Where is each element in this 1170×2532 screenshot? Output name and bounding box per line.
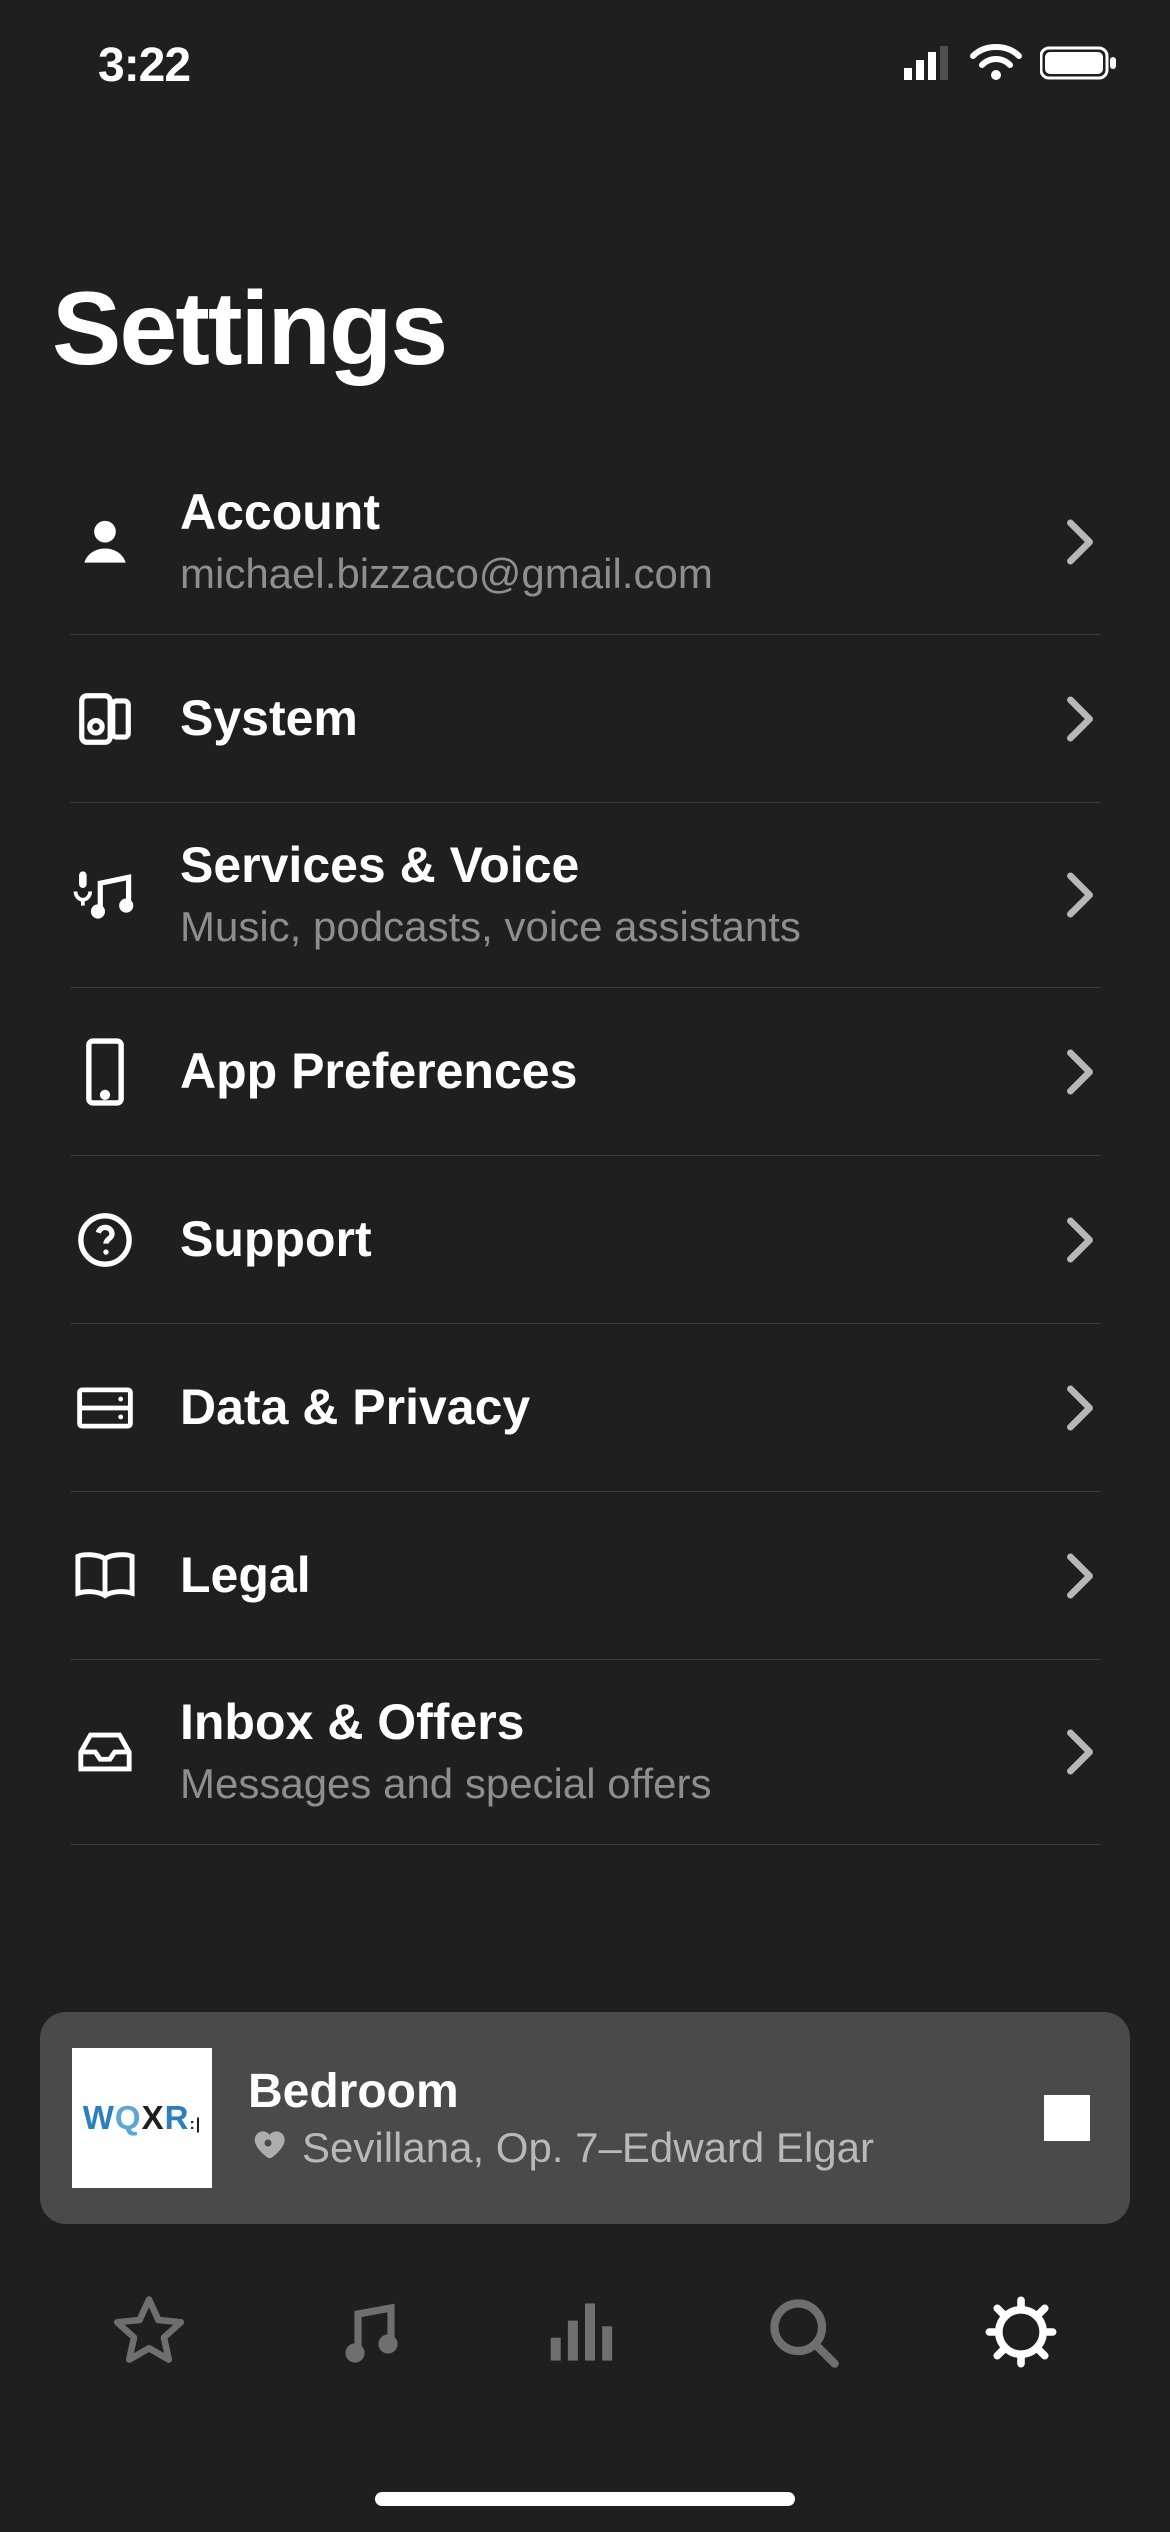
book-icon <box>70 1550 140 1602</box>
station-logo: WQXR:| <box>83 2099 202 2137</box>
now-playing-art: WQXR:| <box>72 2048 212 2188</box>
settings-row-services-voice[interactable]: Services & Voice Music, podcasts, voice … <box>70 803 1100 988</box>
chevron-right-icon <box>1060 1553 1100 1599</box>
page-title: Settings <box>52 270 446 389</box>
settings-row-data-privacy[interactable]: Data & Privacy <box>70 1324 1100 1492</box>
row-sublabel: Messages and special offers <box>180 1758 1020 1811</box>
row-label: App Preferences <box>180 1043 1020 1101</box>
settings-list: Account michael.bizzaco@gmail.com System <box>70 450 1100 1845</box>
music-voice-icon <box>70 864 140 926</box>
chevron-right-icon <box>1060 872 1100 918</box>
chevron-right-icon <box>1060 1729 1100 1775</box>
speakers-icon <box>70 688 140 750</box>
help-circle-icon <box>70 1211 140 1269</box>
settings-row-legal[interactable]: Legal <box>70 1492 1100 1660</box>
stop-button[interactable] <box>1044 2095 1090 2141</box>
status-time: 3:22 <box>98 38 190 93</box>
settings-row-account[interactable]: Account michael.bizzaco@gmail.com <box>70 450 1100 635</box>
tab-settings[interactable] <box>971 2282 1071 2382</box>
chevron-right-icon <box>1060 519 1100 565</box>
data-privacy-icon <box>70 1386 140 1430</box>
status-icons <box>904 44 1118 87</box>
tab-bar <box>0 2232 1170 2532</box>
battery-icon <box>1040 45 1118 86</box>
settings-row-support[interactable]: Support <box>70 1156 1100 1324</box>
chevron-right-icon <box>1060 696 1100 742</box>
tab-favorites[interactable] <box>99 2282 199 2382</box>
row-label: Support <box>180 1211 1020 1269</box>
status-bar: 3:22 <box>0 0 1170 130</box>
row-label: Services & Voice <box>180 837 1020 895</box>
chevron-right-icon <box>1060 1049 1100 1095</box>
row-label: Legal <box>180 1547 1020 1605</box>
tab-music[interactable] <box>317 2282 417 2382</box>
row-label: Account <box>180 484 1020 542</box>
tab-search[interactable] <box>753 2282 853 2382</box>
chevron-right-icon <box>1060 1385 1100 1431</box>
row-label: System <box>180 690 1020 748</box>
chevron-right-icon <box>1060 1217 1100 1263</box>
person-icon <box>70 511 140 573</box>
phone-icon <box>70 1037 140 1107</box>
iheart-icon <box>248 2123 288 2173</box>
row-sublabel: Music, podcasts, voice assistants <box>180 901 1020 954</box>
wifi-icon <box>970 44 1022 87</box>
cellular-icon <box>904 46 952 85</box>
settings-row-inbox-offers[interactable]: Inbox & Offers Messages and special offe… <box>70 1660 1100 1845</box>
now-playing-track: Sevillana, Op. 7–Edward Elgar <box>302 2124 874 2172</box>
tab-rooms[interactable] <box>535 2282 635 2382</box>
row-label: Data & Privacy <box>180 1379 1020 1437</box>
row-sublabel: michael.bizzaco@gmail.com <box>180 548 1020 601</box>
now-playing-bar[interactable]: WQXR:| Bedroom Sevillana, Op. 7–Edward E… <box>40 2012 1130 2224</box>
settings-row-app-preferences[interactable]: App Preferences <box>70 988 1100 1156</box>
inbox-icon <box>70 1729 140 1775</box>
settings-row-system[interactable]: System <box>70 635 1100 803</box>
row-label: Inbox & Offers <box>180 1694 1020 1752</box>
now-playing-room: Bedroom <box>248 2064 1008 2119</box>
home-indicator <box>375 2492 795 2506</box>
